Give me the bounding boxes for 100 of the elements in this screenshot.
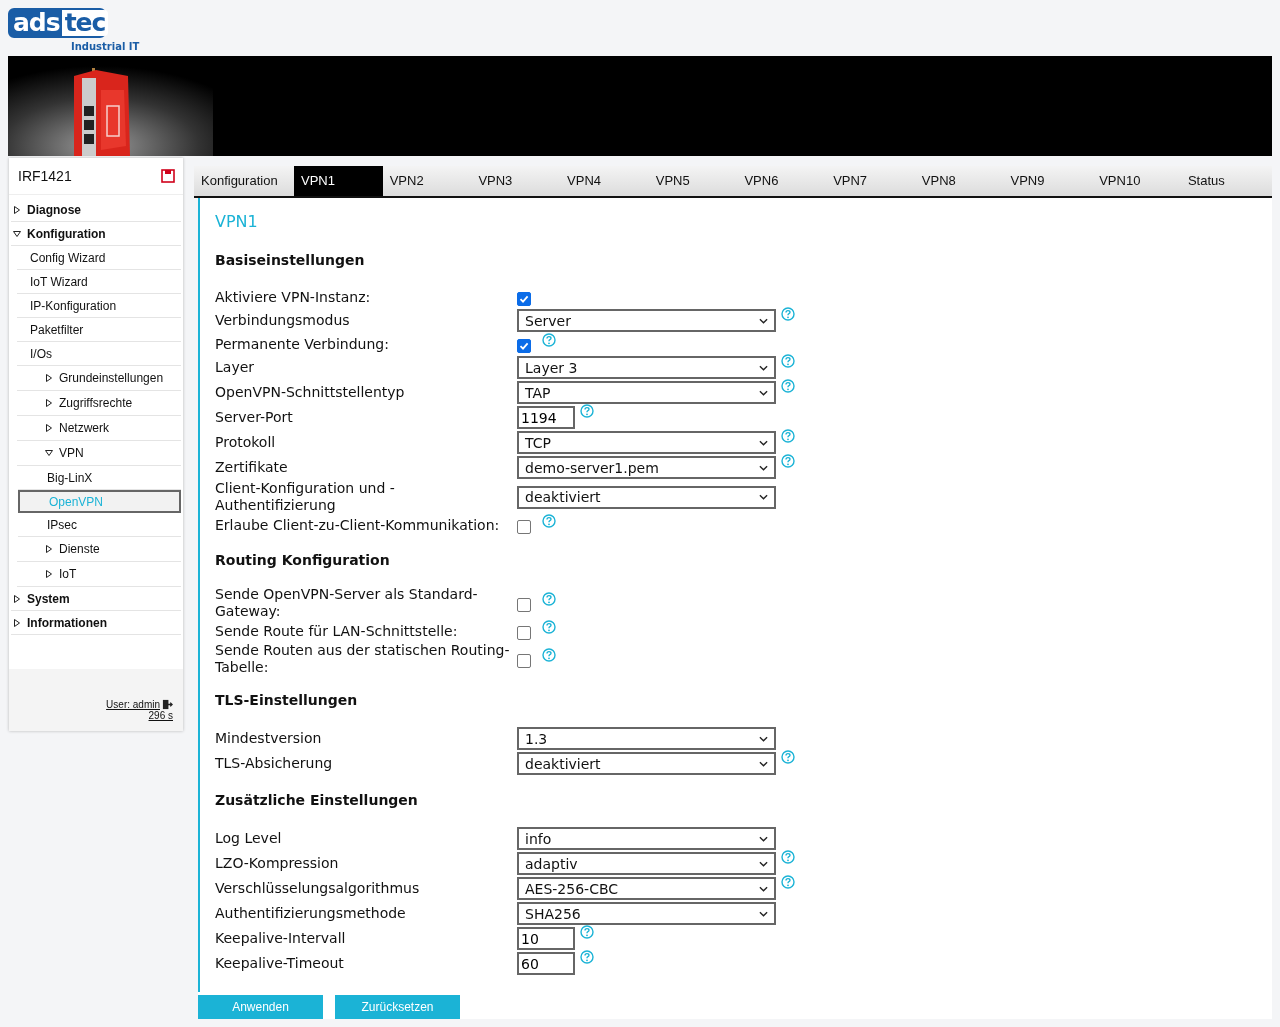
dropdown[interactable]: demo-server1.pem (517, 456, 776, 479)
nav-item[interactable]: Paketfilter (17, 318, 181, 342)
chevron-down-icon (759, 364, 768, 371)
tab[interactable]: VPN8 (914, 166, 1004, 196)
input-field[interactable]: 10 (517, 927, 575, 950)
checkbox[interactable] (517, 291, 531, 306)
field-label: Layer (215, 359, 256, 376)
nav-item[interactable]: VPN (17, 441, 181, 466)
field-label: Erlaube Client-zu-Client-Kommunikation: (215, 516, 501, 534)
field-label: Sende OpenVPN-Server als Standard-Gateway: (215, 586, 479, 620)
caret-right-icon (13, 618, 21, 627)
nav-item[interactable]: IoT Wizard (17, 270, 181, 294)
help-icon[interactable] (781, 454, 795, 468)
checkbox[interactable] (517, 338, 531, 353)
logo-tagline: Industrial IT (71, 41, 140, 52)
dropdown[interactable]: SHA256 (517, 902, 776, 925)
help-icon[interactable] (542, 647, 556, 662)
caret-right-icon (45, 374, 53, 382)
nav-item[interactable]: IPsec (18, 513, 181, 537)
dropdown[interactable]: 1.3 (517, 727, 776, 750)
chevron-down-icon (759, 910, 768, 917)
user-link[interactable]: User: admin (106, 699, 160, 710)
caret-right-icon (45, 570, 53, 578)
nav-item[interactable]: Netzwerk (17, 416, 181, 441)
session-timer[interactable]: 296 s (148, 710, 173, 721)
help-icon[interactable] (542, 332, 556, 347)
chevron-down-icon (759, 464, 768, 471)
nav-item[interactable]: System (11, 587, 181, 611)
dropdown[interactable]: TCP (517, 431, 776, 454)
help-icon[interactable] (781, 379, 795, 393)
checkbox[interactable] (517, 597, 531, 612)
field-label: Authentifizierungsmethode (215, 905, 407, 922)
tab[interactable]: VPN3 (471, 166, 561, 196)
nav-item[interactable]: IoT (17, 562, 181, 587)
help-icon[interactable] (542, 513, 556, 528)
dropdown[interactable]: info (517, 827, 776, 850)
help-icon[interactable] (542, 619, 556, 634)
help-icon[interactable] (781, 429, 795, 443)
help-icon[interactable] (781, 850, 795, 864)
help-icon[interactable] (542, 591, 556, 606)
chevron-down-icon (759, 494, 768, 500)
caret-right-icon (13, 205, 21, 214)
field-label: Verschlüsselungsalgorithmus (215, 880, 421, 897)
checkbox[interactable] (517, 625, 531, 640)
page-title: VPN1 (215, 212, 259, 232)
dropdown[interactable]: adaptiv (517, 852, 776, 875)
help-icon[interactable] (781, 750, 795, 764)
chevron-down-icon (759, 389, 768, 396)
dropdown[interactable]: deaktiviert (517, 752, 776, 775)
tab[interactable]: VPN9 (1003, 166, 1093, 196)
chevron-down-icon (759, 760, 768, 767)
tab[interactable]: Status (1180, 166, 1270, 196)
dropdown[interactable]: deaktiviert (517, 485, 776, 509)
logout-icon[interactable] (162, 699, 173, 710)
field-label: Keepalive-Timeout (215, 955, 345, 972)
nav-item[interactable]: Konfiguration (11, 222, 181, 246)
dropdown[interactable]: AES-256-CBC (517, 877, 776, 900)
logo: ads tec (8, 8, 106, 38)
tab[interactable]: Konfiguration (194, 166, 294, 196)
caret-right-icon (45, 424, 53, 432)
input-field[interactable]: 1194 (517, 406, 575, 429)
field-label: LZO-Kompression (215, 855, 340, 872)
help-icon[interactable] (781, 875, 795, 889)
chevron-down-icon (759, 860, 768, 867)
checkbox[interactable] (517, 519, 531, 534)
nav-item[interactable]: IP-Konfiguration (17, 294, 181, 318)
tab[interactable]: VPN2 (382, 166, 472, 196)
device-name: IRF1421 (18, 168, 72, 184)
section-heading: Zusätzliche Einstellungen (215, 792, 419, 809)
tab[interactable]: VPN4 (560, 166, 649, 196)
help-icon[interactable] (580, 925, 594, 939)
tab[interactable]: VPN1 (294, 166, 383, 196)
tab[interactable]: VPN10 (1092, 166, 1181, 196)
nav-item[interactable]: Grundeinstellungen (17, 366, 181, 391)
tab[interactable]: VPN5 (648, 166, 738, 196)
caret-right-icon (45, 399, 53, 407)
nav-item[interactable]: Zugriffsrechte (17, 391, 181, 416)
help-icon[interactable] (781, 354, 795, 368)
field-label: Protokoll (215, 434, 277, 451)
chevron-down-icon (759, 835, 768, 842)
help-icon[interactable] (781, 307, 795, 321)
nav-item[interactable]: Config Wizard (17, 246, 181, 270)
help-icon[interactable] (580, 404, 594, 418)
save-icon[interactable] (161, 169, 175, 183)
caret-right-icon (13, 594, 21, 603)
dropdown[interactable]: Server (517, 309, 776, 332)
input-field[interactable]: 60 (517, 952, 575, 975)
tab[interactable]: VPN7 (826, 166, 915, 196)
help-icon[interactable] (580, 950, 594, 964)
caret-down-icon (13, 229, 21, 238)
checkbox[interactable] (517, 653, 531, 668)
dropdown[interactable]: Layer 3 (517, 356, 776, 379)
field-label: Server-Port (215, 409, 294, 426)
dropdown[interactable]: TAP (517, 381, 776, 404)
field-label: Sende Route für LAN-Schnittstelle: (215, 622, 459, 640)
nav-item[interactable]: Informationen (11, 611, 181, 635)
tab[interactable]: VPN6 (737, 166, 827, 196)
nav-item[interactable]: Diagnose (11, 198, 181, 222)
nav-item[interactable]: Dienste (17, 537, 181, 562)
nav-item[interactable]: I/Os (17, 342, 181, 366)
